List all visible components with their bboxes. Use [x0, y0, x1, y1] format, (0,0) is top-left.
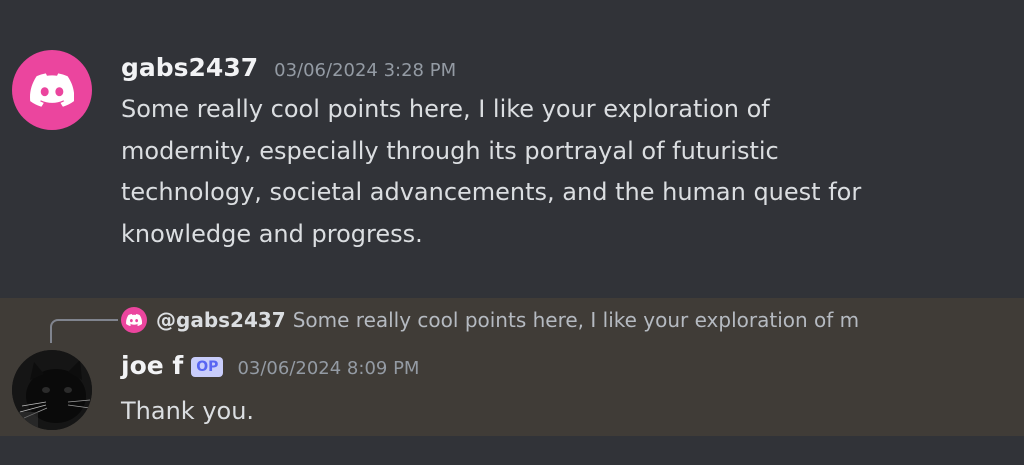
reply-reference[interactable]: @gabs2437 Some really cool points here, … — [121, 307, 931, 333]
message-joe-f[interactable]: @gabs2437 Some really cool points here, … — [0, 298, 1024, 436]
message-header: gabs2437 03/06/2024 3:28 PM — [121, 53, 456, 82]
username[interactable]: joe f — [121, 351, 183, 380]
chat-background — [0, 436, 1024, 465]
user-avatar[interactable] — [12, 50, 92, 130]
op-badge: OP — [191, 357, 224, 377]
message-content: Thank you. — [121, 397, 255, 425]
message-gabs2437[interactable]: gabs2437 03/06/2024 3:28 PM Some really … — [0, 0, 1024, 298]
username[interactable]: gabs2437 — [121, 53, 258, 82]
reply-connector-line — [50, 319, 118, 343]
user-avatar[interactable] — [12, 350, 92, 430]
reply-avatar — [121, 307, 147, 333]
reply-username[interactable]: @gabs2437 — [156, 308, 286, 332]
timestamp: 03/06/2024 3:28 PM — [274, 60, 457, 81]
message-content: Some really cool points here, I like you… — [121, 95, 862, 248]
discord-logo-icon — [30, 73, 74, 107]
message-header: joe f OP 03/06/2024 8:09 PM — [121, 351, 419, 380]
discord-logo-icon — [126, 314, 142, 326]
timestamp: 03/06/2024 8:09 PM — [237, 358, 420, 379]
reply-preview-text[interactable]: Some really cool points here, I like you… — [293, 308, 859, 332]
black-cat-avatar — [12, 350, 92, 430]
